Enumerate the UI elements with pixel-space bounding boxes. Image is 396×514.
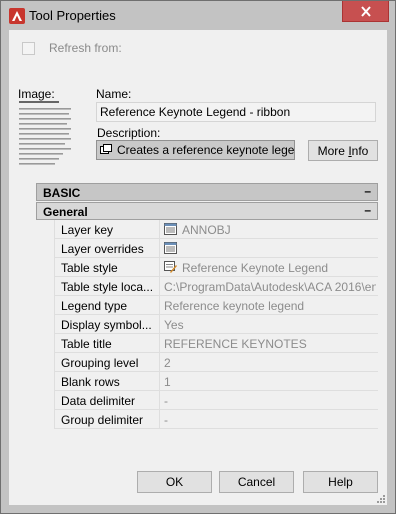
description-field[interactable]: Creates a reference keynote legend — [96, 140, 295, 160]
property-name: Layer overrides — [61, 242, 144, 256]
property-name: Display symbol... — [61, 318, 152, 332]
property-value: REFERENCE KEYNOTES — [164, 337, 307, 351]
collapse-icon[interactable]: – — [364, 184, 371, 198]
tool-preview-image — [19, 101, 71, 165]
description-label: Description: — [97, 126, 161, 140]
property-row-grouping-level[interactable]: Grouping level 2 — [54, 353, 378, 372]
category-general[interactable]: General – — [36, 202, 378, 220]
category-general-label: General — [43, 205, 88, 219]
refresh-label: Refresh from: — [49, 41, 122, 55]
property-value: 1 — [164, 375, 171, 389]
property-value: Yes — [164, 318, 184, 332]
property-row-legend-type[interactable]: Legend type Reference keynote legend — [54, 296, 378, 315]
property-row-layer-key[interactable]: Layer key ANNOBJ — [54, 220, 378, 239]
property-name: Table style loca... — [61, 280, 153, 294]
autocad-a-icon — [9, 8, 25, 24]
text-box-icon — [100, 144, 112, 154]
property-row-layer-overrides[interactable]: Layer overrides — [54, 239, 378, 258]
refresh-checkbox[interactable] — [22, 42, 35, 55]
layer-list-icon[interactable] — [164, 242, 177, 254]
property-name: Table title — [61, 337, 112, 351]
property-name: Layer key — [61, 223, 114, 237]
property-name: Table style — [61, 261, 118, 275]
window-title: Tool Properties — [29, 8, 116, 23]
property-name: Blank rows — [61, 375, 120, 389]
resize-grip-icon[interactable] — [375, 493, 385, 503]
property-row-data-delimiter[interactable]: Data delimiter - — [54, 391, 378, 410]
properties-grid: BASIC – General – Layer key ANNOBJ Layer… — [36, 183, 378, 432]
ok-button[interactable]: OK — [137, 471, 212, 493]
property-row-table-style[interactable]: Table style Reference Keynote Legend — [54, 258, 378, 277]
title-bar[interactable]: Tool Properties — [1, 1, 395, 30]
table-style-edit-icon[interactable] — [164, 261, 177, 273]
help-button[interactable]: Help — [303, 471, 378, 493]
property-value: - — [164, 413, 168, 427]
property-value: C:\ProgramData\Autodesk\ACA 2016\enu\... — [164, 280, 376, 294]
cancel-button[interactable]: Cancel — [219, 471, 294, 493]
property-name: Legend type — [61, 299, 128, 313]
category-basic-label: BASIC — [43, 186, 81, 200]
more-info-label: More Info — [317, 143, 369, 158]
property-name: Group delimiter — [61, 413, 144, 427]
property-row-table-title[interactable]: Table title REFERENCE KEYNOTES — [54, 334, 378, 353]
property-value: ANNOBJ — [182, 223, 231, 237]
property-value: - — [164, 394, 168, 408]
property-name: Data delimiter — [61, 394, 136, 408]
property-row-blank-rows[interactable]: Blank rows 1 — [54, 372, 378, 391]
tool-properties-window: Tool Properties Refresh from: Image: Nam… — [0, 0, 396, 514]
category-basic[interactable]: BASIC – — [36, 183, 378, 201]
property-row-display-symbol[interactable]: Display symbol... Yes — [54, 315, 378, 334]
property-value: Reference keynote legend — [164, 299, 305, 313]
name-field[interactable]: Reference Keynote Legend - ribbon — [96, 102, 376, 122]
property-row-group-delimiter[interactable]: Group delimiter - — [54, 410, 378, 429]
layer-list-icon[interactable] — [164, 223, 177, 235]
property-name: Grouping level — [61, 356, 139, 370]
collapse-icon[interactable]: – — [364, 203, 371, 217]
image-label: Image: — [18, 87, 55, 101]
close-x-icon — [360, 5, 371, 17]
name-label: Name: — [96, 87, 132, 101]
close-button[interactable] — [342, 1, 389, 22]
property-value: Reference Keynote Legend — [182, 261, 329, 275]
description-text: Creates a reference keynote legend — [117, 143, 295, 157]
property-row-table-style-location[interactable]: Table style loca... C:\ProgramData\Autod… — [54, 277, 378, 296]
property-value: 2 — [164, 356, 171, 370]
more-info-button[interactable]: More Info — [308, 140, 378, 161]
dialog-content: Refresh from: Image: Name: Reference Key… — [9, 30, 387, 505]
